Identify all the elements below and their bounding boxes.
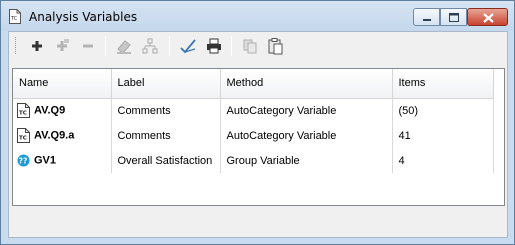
column-header-method[interactable]: Method [220, 69, 393, 99]
toolbar-separator [231, 36, 232, 56]
variables-grid: Name Label Method Items TC AV.Q9 Comment… [12, 68, 505, 206]
edit-button[interactable] [115, 37, 133, 55]
table-row[interactable]: ?? GV1 Overall Satisfaction Group Variab… [13, 148, 494, 173]
toolbar-separator [169, 36, 170, 56]
svg-text:TC: TC [19, 136, 27, 142]
svg-text:??: ?? [19, 157, 28, 166]
copy-icon [243, 39, 257, 54]
close-button[interactable] [467, 8, 508, 26]
eraser-icon [117, 40, 131, 54]
plus-icon [32, 41, 42, 51]
cell-method[interactable]: AutoCategory Variable [220, 123, 393, 148]
toolbar-grip[interactable] [15, 37, 18, 54]
tc-document-icon: TC [17, 103, 30, 119]
table-row[interactable]: TC AV.Q9.a Comments AutoCategory Variabl… [13, 123, 494, 148]
clipboard-icon [268, 38, 283, 55]
cell-items[interactable]: 4 [392, 148, 494, 173]
analysis-variables-window: TC Analysis Variables Name Label Method … [0, 0, 515, 245]
maximize-button[interactable] [440, 8, 467, 26]
svg-text:TC: TC [19, 111, 27, 117]
plus-icon [57, 39, 69, 51]
paste-button[interactable] [266, 37, 284, 55]
close-icon [483, 13, 494, 23]
cell-method[interactable]: AutoCategory Variable [220, 98, 393, 123]
check-button[interactable] [179, 37, 197, 55]
add-button[interactable] [28, 37, 46, 55]
window-title: Analysis Variables [29, 10, 138, 24]
add-copy-button[interactable] [53, 37, 71, 55]
column-header-name[interactable]: Name [13, 69, 112, 99]
window-content: Name Label Method Items TC AV.Q9 Comment… [8, 31, 508, 238]
print-button[interactable] [205, 37, 223, 55]
toolbar-separator [105, 36, 106, 56]
cell-label[interactable]: Comments [111, 98, 221, 123]
toolbar [9, 32, 507, 60]
tc-document-icon: TC [9, 9, 21, 24]
checkmark-pen-icon [180, 39, 196, 54]
variable-name: AV.Q9.a [34, 129, 75, 142]
cell-items[interactable]: 41 [392, 123, 494, 148]
minimize-icon [423, 19, 431, 21]
cell-method[interactable]: Group Variable [220, 148, 393, 173]
cell-label[interactable]: Comments [111, 123, 221, 148]
cell-name[interactable]: TC AV.Q9.a [13, 123, 112, 148]
table-header-row: Name Label Method Items [13, 69, 494, 99]
table-row[interactable]: TC AV.Q9 Comments AutoCategory Variable … [13, 98, 494, 123]
cell-name[interactable]: ?? GV1 [13, 148, 112, 173]
cell-items[interactable]: (50) [392, 98, 494, 123]
column-header-label[interactable]: Label [111, 69, 221, 99]
tc-document-icon: TC [17, 128, 30, 143]
variables-table: Name Label Method Items TC AV.Q9 Comment… [13, 69, 494, 173]
hierarchy-icon [142, 38, 158, 54]
hierarchy-button[interactable] [141, 37, 159, 55]
remove-button[interactable] [79, 37, 97, 55]
copy-button[interactable] [241, 37, 259, 55]
column-header-items[interactable]: Items [392, 69, 494, 99]
minus-icon [83, 44, 93, 48]
maximize-icon [449, 13, 459, 22]
printer-icon [207, 38, 221, 54]
svg-text:TC: TC [10, 16, 18, 22]
minimize-button[interactable] [413, 8, 440, 26]
cell-label[interactable]: Overall Satisfaction [111, 148, 221, 173]
variable-name: GV1 [34, 154, 57, 167]
title-bar[interactable]: TC Analysis Variables [1, 1, 514, 31]
question-circle-icon: ?? [17, 153, 30, 168]
variable-name: AV.Q9 [34, 104, 66, 117]
cell-name[interactable]: TC AV.Q9 [13, 98, 112, 123]
